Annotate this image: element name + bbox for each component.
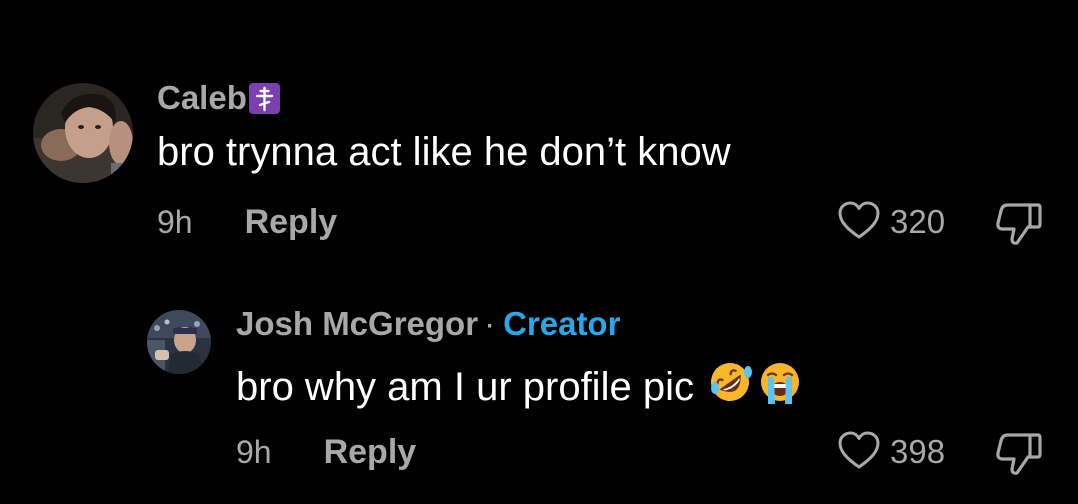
comment-text-content: bro why am I ur profile pic xyxy=(236,364,694,409)
heart-icon xyxy=(836,429,882,476)
dislike-button[interactable] xyxy=(994,429,1044,482)
timestamp: 9h xyxy=(236,433,272,470)
loudly-crying-emoji xyxy=(756,358,804,416)
separator: · xyxy=(484,305,496,342)
reply-button[interactable]: Reply xyxy=(324,433,417,472)
reply-comment-item: Josh McGregor · Creator bro why am I ur … xyxy=(0,0,1078,504)
comment-text: bro why am I ur profile pic xyxy=(236,358,804,416)
avatar[interactable] xyxy=(147,310,211,374)
like-count: 398 xyxy=(890,433,946,470)
comment-meta: 9h Reply xyxy=(236,430,416,474)
thumbs-down-icon xyxy=(994,433,1044,481)
creator-label: Creator xyxy=(503,305,621,342)
like-button[interactable]: 398 xyxy=(836,428,945,476)
rolling-on-floor-laughing-emoji xyxy=(706,358,754,416)
comment-header: Josh McGregor · Creator xyxy=(236,304,620,344)
username[interactable]: Josh McGregor xyxy=(236,305,478,343)
